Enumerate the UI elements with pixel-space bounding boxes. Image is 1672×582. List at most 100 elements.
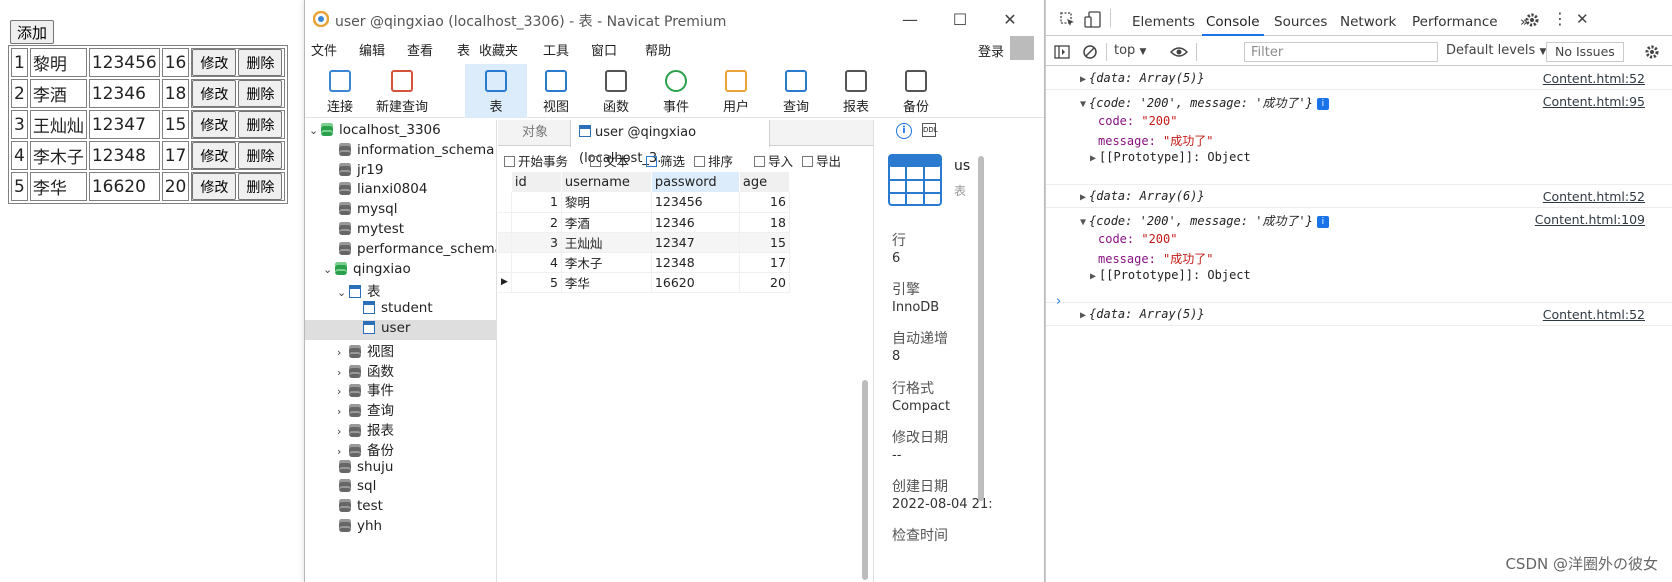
prototype-node[interactable]: ▶ [[Prototype]]: Object [1090,150,1251,164]
grid-cell-id[interactable]: 1 [511,192,562,213]
info-scrollbar[interactable] [978,156,984,501]
inspect-element-icon[interactable] [1060,12,1076,28]
chevron-right-icon[interactable]: › [337,366,349,379]
chevron-down-icon[interactable]: ⌄ [337,286,349,299]
menu-item[interactable]: 工具 [543,40,569,59]
collapsed-triangle-icon[interactable]: ▶ [1080,192,1086,203]
grid-cell-username[interactable]: 李酒 [561,212,652,233]
tree-group[interactable]: › 查询 [305,399,496,419]
tree-database[interactable]: performance_schema [305,241,496,261]
menu-item[interactable]: 查看 [407,40,433,59]
login-link[interactable]: 登录 [978,41,1004,60]
info-badge-icon[interactable]: i [1316,216,1329,228]
grid-cell-age[interactable]: 16 [739,192,790,213]
toolbar-connect-button[interactable]: 连接 [309,64,371,118]
tree-group[interactable]: › 函数 [305,360,496,380]
grid-cell-age[interactable]: 17 [739,252,790,273]
console-object-summary[interactable]: ▼ {code: '200', message: '成功了'} i [1080,212,1329,229]
tree-database[interactable]: test [305,498,496,518]
column-header-id[interactable]: id [511,172,562,192]
grid-row[interactable]: 2 李酒 12346 18 [498,212,790,233]
add-button[interactable]: 添加 [10,20,55,44]
close-devtools-icon[interactable]: ✕ [1576,10,1589,28]
grid-filter-button[interactable]: 筛选 [646,151,685,170]
edit-button[interactable]: 修改 [192,173,237,200]
more-options-icon[interactable]: ⋮ [1552,9,1568,28]
toolbar-event-button[interactable]: 事件 [645,64,707,118]
edit-button[interactable]: 修改 [192,80,237,107]
tree-connection[interactable]: ⌄ localhost_3306 [305,122,496,142]
toolbar-table-button[interactable]: 表 [465,64,527,118]
tree-database-open[interactable]: ⌄ qingxiao [305,261,496,281]
delete-button[interactable]: 删除 [238,80,283,107]
console-message[interactable]: ▶ {data: Array(5)} Content.html:52 [1046,304,1672,326]
device-toolbar-icon[interactable] [1084,11,1102,29]
source-link[interactable]: Content.html:52 [1543,189,1645,204]
collapsed-triangle-icon[interactable]: ▶ [1080,74,1086,85]
chevron-right-icon[interactable]: › [337,445,349,458]
collapsed-triangle-icon[interactable]: ▶ [1080,310,1086,321]
devtools-tab-sources[interactable]: Sources [1270,0,1331,36]
log-levels-dropdown[interactable]: Default levels ▼ [1446,43,1546,58]
grid-cell-username[interactable]: 王灿灿 [561,232,652,253]
source-link[interactable]: Content.html:109 [1535,212,1645,227]
console-message[interactable]: ▼ {code: '200', message: '成功了'} i code: "20… [1046,91,1672,185]
live-expression-eye-icon[interactable] [1170,46,1188,58]
issues-button[interactable]: No Issues [1546,42,1624,62]
grid-cell-id[interactable]: 3 [511,232,562,253]
devtools-tab-elements[interactable]: Elements [1128,0,1199,36]
grid-row[interactable]: 3 王灿灿 12347 15 [498,232,790,253]
menu-item[interactable]: 窗口 [591,40,617,59]
console-object-summary[interactable]: ▶ {data: Array(5)} [1080,71,1205,85]
grid-row[interactable]: ▶ 5 李华 16620 20 [498,272,790,293]
info-badge-icon[interactable]: i [1316,98,1329,110]
tree-group[interactable]: › 事件 [305,379,496,399]
devtools-tab-performance[interactable]: Performance [1408,0,1502,36]
ddl-icon[interactable]: DDL [922,123,938,137]
console-message[interactable]: ▶ {data: Array(5)} Content.html:52 [1046,68,1672,90]
toolbar-new-query-button[interactable]: 新建查询 [371,64,433,118]
tab-user-table[interactable]: user @qingxiao (localhost_3... [570,120,770,166]
delete-button[interactable]: 删除 [238,142,283,169]
collapsed-triangle-icon[interactable]: ▶ [1090,271,1096,282]
grid-transaction-button[interactable]: 开始事务 [504,151,568,170]
grid-cell-password[interactable]: 12347 [651,232,740,253]
source-link[interactable]: Content.html:52 [1543,71,1645,86]
tree-database[interactable]: yhh [305,518,496,538]
grid-import-button[interactable]: 导入 [754,151,793,170]
tree-tables-node[interactable]: ⌄ 表 [305,280,496,300]
chevron-right-icon[interactable]: › [337,425,349,438]
grid-cell-id[interactable]: 5 [511,272,562,293]
maximize-button[interactable]: ☐ [940,6,980,34]
expanded-triangle-icon[interactable]: ▼ [1080,217,1086,228]
edit-button[interactable]: 修改 [192,49,237,76]
delete-button[interactable]: 删除 [238,49,283,76]
delete-button[interactable]: 删除 [238,173,283,200]
menu-item[interactable]: 帮助 [645,40,671,59]
devtools-tab-network[interactable]: Network [1336,0,1400,36]
info-icon[interactable]: i [896,123,912,139]
edit-button[interactable]: 修改 [192,111,237,138]
grid-cell-age[interactable]: 20 [739,272,790,293]
console-object-summary[interactable]: ▶ {data: Array(5)} [1080,307,1205,321]
grid-row[interactable]: 4 李木子 12348 17 [498,252,790,273]
toolbar-view-button[interactable]: 视图 [525,64,587,118]
console-message[interactable]: ▼ {code: '200', message: '成功了'} i code: "20… [1046,209,1672,303]
prototype-node[interactable]: ▶ [[Prototype]]: Object [1090,268,1251,282]
column-header-username[interactable]: username [561,172,652,192]
tree-group[interactable]: › 备份 [305,439,496,459]
tree-database[interactable]: lianxi0804 [305,181,496,201]
tree-group[interactable]: › 报表 [305,419,496,439]
devtools-tab-console[interactable]: Console [1202,0,1264,36]
sidebar-toggle-icon[interactable] [1054,44,1070,60]
menu-item[interactable]: 表 [457,40,470,59]
settings-icon[interactable] [1524,12,1540,28]
expanded-triangle-icon[interactable]: ▼ [1080,99,1086,110]
delete-button[interactable]: 删除 [238,111,283,138]
grid-cell-password[interactable]: 12346 [651,212,740,233]
grid-cell-age[interactable]: 18 [739,212,790,233]
toolbar-query-button[interactable]: 查询 [765,64,827,118]
grid-cell-id[interactable]: 4 [511,252,562,273]
console-message[interactable]: ▶ {data: Array(6)} Content.html:52 [1046,186,1672,208]
grid-cell-id[interactable]: 2 [511,212,562,233]
